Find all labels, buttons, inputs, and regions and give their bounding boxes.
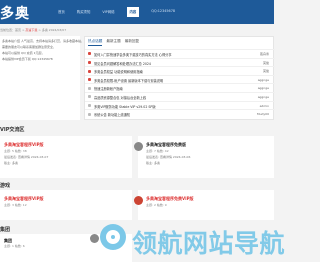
- hot-icon: [88, 69, 91, 73]
- forum-avatar: [134, 142, 143, 151]
- watermark-text: 领航网站导航: [132, 229, 286, 258]
- nav-item-content[interactable]: 内容: [126, 7, 140, 17]
- topic-author[interactable]: Mudy00: [257, 112, 269, 116]
- topic-icon: [88, 95, 91, 99]
- topic-title[interactable]: 多奥VIP服务功能 Stable VIP v29.02 SP版: [94, 104, 156, 109]
- topic-author[interactable]: 英俊: [263, 69, 269, 73]
- topic-title[interactable]: 高品质资源整合包 对接后台全新上线: [94, 95, 146, 100]
- topic-tabs: 热点话题 最新主题 最新回复: [88, 39, 143, 46]
- topic-row[interactable]: 高品质资源整合包 对接后台全新上线 aggnge: [85, 91, 275, 101]
- topic-title[interactable]: 系统公告 新功能上线通知: [94, 112, 130, 117]
- forum-avatar: [90, 234, 99, 243]
- topics-panel: 热点话题 最新主题 最新回复 如何入门并快速学会多奥下载技巧的真实方法 心得分享…: [84, 36, 275, 120]
- topic-list: 如何入门并快速学会多奥下载技巧的真实方法 心得分享 孤舟寒 常见会员问题解答和处理…: [85, 49, 275, 118]
- section-title-group: 集团: [0, 227, 11, 233]
- topic-icon: [88, 103, 91, 107]
- topic-row[interactable]: 快速注册新帐户指南 aggnge: [85, 83, 275, 92]
- section-title-game: 游戏: [0, 183, 11, 189]
- nav-item-notice[interactable]: 购买须知: [77, 9, 91, 15]
- breadcrumb-suffix: > 多奥 2024/03/07: [37, 28, 67, 32]
- info-line: 本站提供VIP会员下载 QQ:12345678: [2, 57, 53, 61]
- topic-title[interactable]: 常见会员问题解答和处理办法汇总 2024: [94, 61, 151, 66]
- topic-title[interactable]: 快速注册新帐户指南: [94, 86, 123, 91]
- topic-author[interactable]: aggnge: [258, 95, 269, 99]
- forum-title[interactable]: 多奥淘宝客程序VIP版: [4, 142, 44, 148]
- forum-stats: 主题: 2 帖数: 9: [146, 203, 167, 207]
- forum-last-post[interactable]: 最后发表: 查看详情 2024-03-06: [146, 155, 190, 159]
- forum-card-game[interactable]: 多奥淘宝客程序VIP版 主题: 3 帖数: 12: [0, 190, 132, 220]
- forum-moderator[interactable]: 版主: 多奥: [4, 161, 18, 165]
- forum-card-game-free[interactable]: 多奥淘宝客程序免费VIP版 主题: 2 帖数: 9: [134, 190, 274, 220]
- topic-title[interactable]: 多奥会员权限-帐户设置 最新版本下载与安装说明: [94, 78, 163, 83]
- main-nav: 首页 购买须知 VIP网络 内容 QQ:12345678: [58, 7, 187, 17]
- topic-row[interactable]: 系统公告 新功能上线通知 Mudy00: [85, 109, 275, 118]
- watermark-logo-icon: [100, 224, 126, 250]
- section-title-vip: VIP交流区: [0, 127, 25, 133]
- tab-replies[interactable]: 最新回复: [125, 39, 139, 46]
- hot-icon: [88, 60, 91, 64]
- info-line: 需要的朋友可以联系客服加群注意安全，: [2, 45, 57, 49]
- top-bar: 多奥 首页 购买须知 VIP网络 内容 QQ:12345678: [0, 0, 274, 24]
- forum-card-free[interactable]: 多奥淘宝客程序免费版 主题: 7 帖数: 42 最后发表: 查看详情 2024-…: [134, 136, 274, 178]
- nav-item-home[interactable]: 首页: [58, 9, 65, 15]
- tab-hot[interactable]: 热点话题: [88, 39, 103, 46]
- forum-title[interactable]: 多奥淘宝客程序免费版: [146, 142, 186, 148]
- nav-item-qq[interactable]: QQ:12345678: [151, 9, 175, 15]
- topic-row[interactable]: 多奥VIP服务功能 Stable VIP v29.02 SP版 admin: [85, 100, 275, 110]
- forum-stats: 主题: 5 帖数: 38: [4, 149, 27, 153]
- info-line: 多奥本站介绍 人气最高，支持本站请多打赏，请多收藏本站，: [2, 39, 84, 43]
- topic-row[interactable]: 多奥会员权益 功能说明和使用指南 英俊: [85, 66, 275, 75]
- hot-icon: [88, 78, 91, 82]
- breadcrumb: 当前位置：首页 > 高速下载 > 多奥 2024/03/07: [0, 28, 66, 32]
- nav-item-vip[interactable]: VIP网络: [102, 9, 114, 15]
- tab-latest[interactable]: 最新主题: [106, 39, 120, 46]
- hot-icon: [88, 52, 91, 56]
- topic-icon: [88, 112, 91, 116]
- forum-stats: 主题: 7 帖数: 42: [146, 149, 169, 153]
- forum-stats: 主题: 3 帖数: 12: [4, 203, 27, 207]
- topic-row[interactable]: 常见会员问题解答和处理办法汇总 2024 英俊: [85, 57, 275, 67]
- forum-title[interactable]: 多奥淘宝客程序VIP版: [4, 196, 44, 202]
- forum-moderator[interactable]: 版主: 多奥: [146, 161, 160, 165]
- topic-author[interactable]: 孤舟寒: [260, 52, 269, 56]
- forum-last-post[interactable]: 最后发表: 查看详情 2024-03-07: [4, 155, 48, 159]
- forum-title[interactable]: 多奥淘宝客程序免费VIP版: [146, 196, 194, 202]
- site-logo[interactable]: 多奥: [0, 3, 30, 23]
- info-panel: 多奥本站介绍 人气最高，支持本站请多打赏，请多收藏本站， 需要的朋友可以联系客服…: [0, 36, 84, 120]
- topic-title[interactable]: 如何入门并快速学会多奥下载技巧的真实方法 心得分享: [94, 52, 172, 57]
- topic-icon: [88, 86, 91, 90]
- topic-author[interactable]: 英俊: [263, 61, 269, 65]
- forum-stats: 主题: 1 帖数: 6: [4, 244, 25, 248]
- forum-avatar: [134, 196, 143, 205]
- info-line: 本站可以提供 QQ 充值 1元起，: [2, 51, 45, 55]
- topic-row[interactable]: 如何入门并快速学会多奥下载技巧的真实方法 心得分享 孤舟寒: [85, 49, 275, 58]
- topic-title[interactable]: 多奥会员权益 功能说明和使用指南: [94, 69, 143, 74]
- topic-author[interactable]: aggnge: [258, 78, 269, 82]
- topic-row[interactable]: 多奥会员权限-帐户设置 最新版本下载与安装说明 aggnge: [85, 74, 275, 84]
- topic-author[interactable]: aggnge: [258, 86, 269, 90]
- topic-author[interactable]: admin: [260, 104, 269, 108]
- breadcrumb-current[interactable]: 高速下载: [25, 28, 37, 32]
- forum-card-vip[interactable]: 多奥淘宝客程序VIP版 主题: 5 帖数: 38 最后发表: 查看详情 2024…: [0, 136, 132, 178]
- breadcrumb-prefix[interactable]: 当前位置：首页 >: [0, 28, 25, 32]
